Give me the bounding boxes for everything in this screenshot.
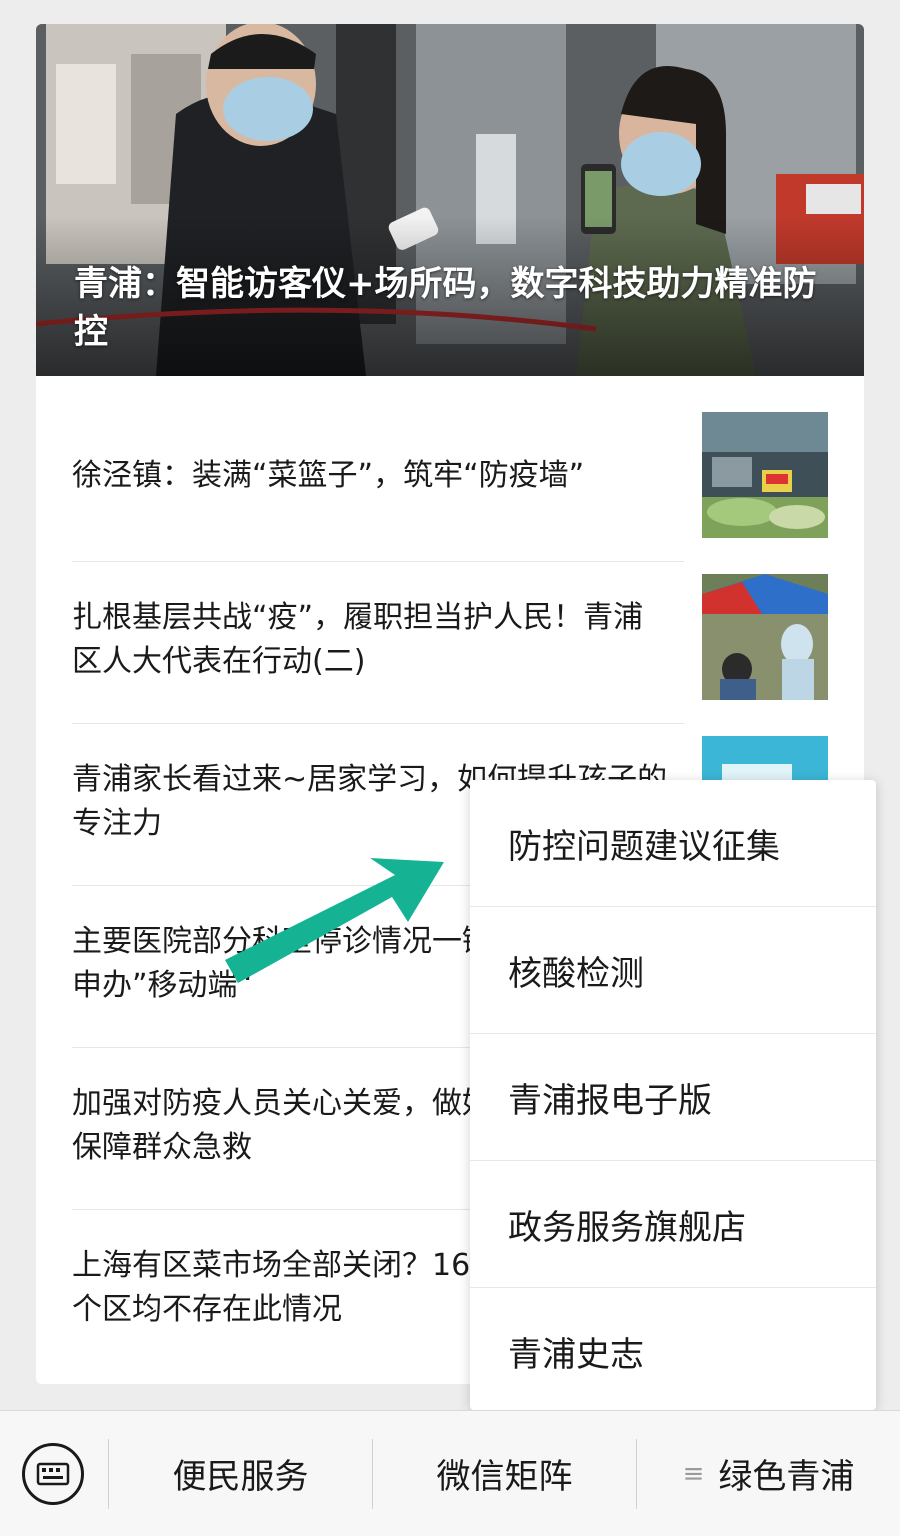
article-title: 扎根基层共战“疫”，履职担当护人民！青浦区人大代表在行动(二) bbox=[72, 600, 644, 679]
article-item[interactable]: 徐泾镇：装满“菜篮子”，筑牢“防疫墙” bbox=[72, 400, 684, 562]
menu-item-nucleic-test[interactable]: 核酸检测 bbox=[470, 907, 876, 1034]
menu-lines-icon: ≡ bbox=[682, 1458, 705, 1489]
menu-item-gov-service[interactable]: 政务服务旗舰店 bbox=[470, 1161, 876, 1288]
article-thumbnail bbox=[702, 574, 828, 700]
article-item[interactable]: 扎根基层共战“疫”，履职担当护人民！青浦区人大代表在行动(二) bbox=[72, 562, 684, 724]
article-title: 上海有区菜市场全部关闭？16个区均不存在此情况 bbox=[72, 1248, 471, 1327]
keyboard-icon[interactable] bbox=[22, 1443, 84, 1505]
popup-menu: 防控问题建议征集 核酸检测 青浦报电子版 政务服务旗舰店 青浦史志 bbox=[470, 780, 876, 1410]
menu-item-e-newspaper[interactable]: 青浦报电子版 bbox=[470, 1034, 876, 1161]
bottom-menu-bar: 便民服务 微信矩阵 ≡ 绿色青浦 bbox=[0, 1410, 900, 1536]
menu-item-suggestion[interactable]: 防控问题建议征集 bbox=[470, 780, 876, 907]
article-thumbnail bbox=[702, 412, 828, 538]
hero-title: 青浦：智能访客仪+场所码，数字科技助力精准防控 bbox=[74, 264, 817, 352]
article-title: 徐泾镇：装满“菜篮子”，筑牢“防疫墙” bbox=[72, 458, 585, 493]
tab-wechat-matrix[interactable]: 微信矩阵 bbox=[373, 1411, 636, 1536]
tab-label: 绿色青浦 bbox=[718, 1457, 855, 1497]
menu-item-history[interactable]: 青浦史志 bbox=[470, 1288, 876, 1414]
hero-article[interactable]: 青浦：智能访客仪+场所码，数字科技助力精准防控 bbox=[36, 24, 864, 376]
tab-label: 微信矩阵 bbox=[436, 1457, 573, 1497]
tab-convenience-services[interactable]: 便民服务 bbox=[109, 1411, 372, 1536]
tab-green-qingpu[interactable]: ≡ 绿色青浦 bbox=[637, 1411, 900, 1536]
tab-label: 便民服务 bbox=[172, 1457, 309, 1497]
article-thumbnail bbox=[702, 736, 828, 784]
